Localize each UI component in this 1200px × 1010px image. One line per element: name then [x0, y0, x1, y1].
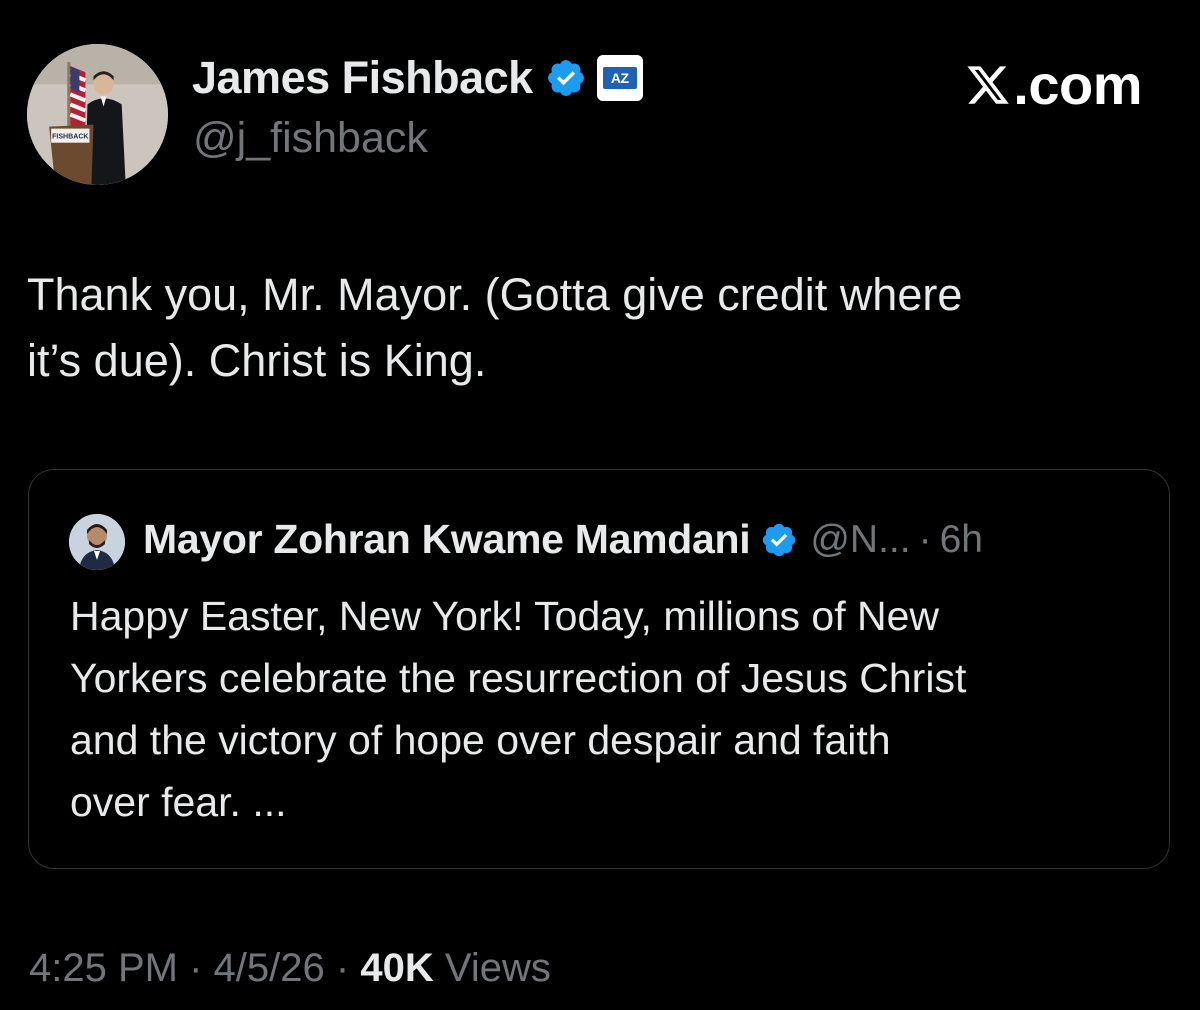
views-count[interactable]: 40K — [360, 946, 433, 990]
views-label: Views — [444, 946, 551, 990]
affiliate-badge-text: AZ — [602, 67, 637, 89]
verified-badge-icon — [547, 60, 584, 96]
x-logo-icon — [967, 65, 1010, 104]
quote-author-avatar[interactable] — [69, 514, 125, 570]
quote-text-line: Yorkers celebrate the resurrection of Je… — [70, 655, 967, 701]
x-logo: .com — [965, 52, 1142, 117]
author-avatar[interactable]: FISHBACK — [27, 44, 168, 185]
site-text: .com — [1013, 53, 1142, 116]
meta-separator: · — [189, 946, 203, 990]
quote-author-handle[interactable]: @N... — [810, 518, 910, 562]
author-name-row: James Fishback AZ — [192, 52, 643, 104]
quote-separator: · — [918, 517, 932, 561]
quote-text: Happy Easter, New York! Today, millions … — [70, 585, 1150, 833]
author-name[interactable]: James Fishback — [192, 52, 533, 104]
quote-timestamp[interactable]: 6h — [940, 518, 983, 562]
author-handle[interactable]: @j_fishback — [193, 114, 428, 163]
quote-text-line: Happy Easter, New York! Today, millions … — [70, 593, 940, 639]
tweet-text-line: it’s due). Christ is King. — [27, 335, 487, 386]
tweet-text-line: Thank you, Mr. Mayor. (Gotta give credit… — [27, 269, 963, 320]
quote-text-line: and the victory of hope over despair and… — [70, 717, 891, 763]
quote-text-line: over fear. ... — [70, 779, 287, 825]
quote-header: Mayor Zohran Kwame Mamdani @N... · 6h — [143, 516, 983, 563]
quote-author-name[interactable]: Mayor Zohran Kwame Mamdani — [143, 516, 751, 563]
tweet-text: Thank you, Mr. Mayor. (Gotta give credit… — [27, 262, 1167, 394]
affiliate-badge-icon[interactable]: AZ — [596, 55, 643, 101]
quoted-tweet-card[interactable]: Mayor Zohran Kwame Mamdani @N... · 6h Ha… — [28, 469, 1170, 869]
tweet-time[interactable]: 4:25 PM — [29, 946, 178, 990]
author-avatar-image: FISHBACK — [27, 44, 168, 185]
podium-sign-text: FISHBACK — [52, 134, 89, 141]
tweet-meta: 4:25 PM · 4/5/26 · 40K Views — [29, 946, 551, 991]
meta-separator: · — [335, 946, 350, 990]
verified-badge-icon — [763, 523, 796, 556]
tweet-date[interactable]: 4/5/26 — [214, 946, 325, 990]
quote-avatar-image — [69, 514, 125, 570]
